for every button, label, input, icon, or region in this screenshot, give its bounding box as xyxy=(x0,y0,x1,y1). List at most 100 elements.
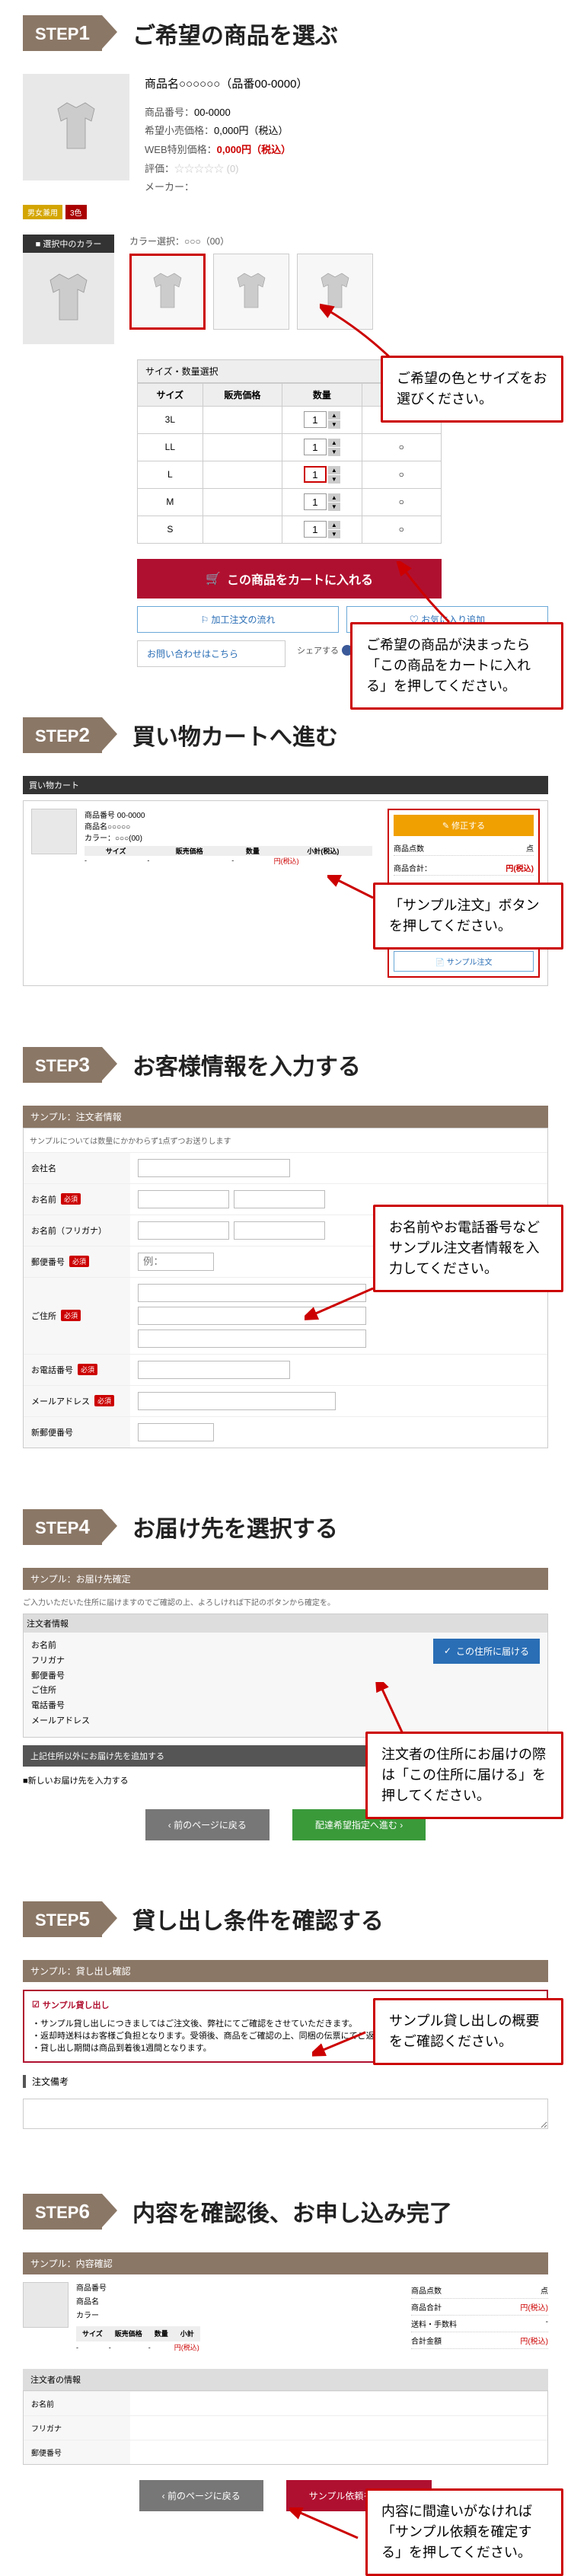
qty-input[interactable] xyxy=(304,439,327,455)
name-mei-input[interactable] xyxy=(234,1190,325,1208)
qty-cell: ▲▼ xyxy=(282,516,362,543)
th: 小計(税込) xyxy=(274,846,372,856)
sample-order-button[interactable]: 📄 サンプル注文 xyxy=(394,951,534,972)
col-qty: 数量 xyxy=(282,383,362,406)
c-zip: 郵便番号 xyxy=(24,2440,130,2464)
color-option-3[interactable] xyxy=(297,254,373,330)
step-number: 5 xyxy=(78,1907,89,1930)
order-note-label: 注文備考 xyxy=(23,2075,548,2088)
qty-up-button[interactable]: ▲ xyxy=(328,493,340,502)
process-flow-button[interactable]: ⚐ 加工注文の流れ xyxy=(137,606,339,633)
web-label: WEB特別価格： xyxy=(145,144,217,155)
tshirt-icon xyxy=(145,269,190,314)
tshirt-icon xyxy=(228,269,274,314)
callout-1b: ご希望の商品が決まったら「この商品をカートに入れる」を押してください。 xyxy=(350,622,563,710)
confirm-cust-header: 注文者の情報 xyxy=(23,2369,548,2390)
kana-sei-input[interactable] xyxy=(138,1221,229,1240)
confirm-thumb xyxy=(23,2282,69,2328)
color-option-2[interactable] xyxy=(213,254,289,330)
qty-up-button[interactable]: ▲ xyxy=(328,521,340,529)
size-cell: S xyxy=(138,516,203,543)
product-name: 商品名○○○○○○（品番00-0000） xyxy=(145,74,548,96)
qty-down-button[interactable]: ▼ xyxy=(328,448,340,456)
product-info: 商品名○○○○○○（品番00-0000） 商品番号：00-0000 希望小売価格… xyxy=(145,74,548,197)
step-5: STEP5 貸し出し条件を確認する サンプル：貸し出し確認 ☑サンプル貸し出し … xyxy=(0,1886,571,2133)
company-input[interactable] xyxy=(138,1159,290,1177)
info-zip: 郵便番号 xyxy=(31,1669,403,1684)
step-3-title: お客様情報を入力する xyxy=(132,1048,361,1081)
color-option-1[interactable] xyxy=(129,254,206,330)
qty-down-button[interactable]: ▼ xyxy=(328,530,340,538)
fix-label: 修正する xyxy=(451,822,485,831)
step-5-title: 貸し出し条件を確認する xyxy=(132,1902,384,1936)
share-label: シェアする xyxy=(297,644,339,656)
tel-input[interactable] xyxy=(138,1361,290,1379)
process-flow-label: 加工注文の流れ xyxy=(212,614,276,625)
th: サイズ xyxy=(76,2326,109,2341)
step-3: STEP3 お客様情報を入力する サンプル：注文者情報 サンプルについては数量に… xyxy=(0,1032,571,1448)
confirm-color-label: カラー xyxy=(76,2312,99,2320)
addr-label: ご住所 xyxy=(31,1310,56,1322)
deliver-note: ご入力いただいた住所に届けますのでご確認の上、よろしければ下記のボタンから確定を… xyxy=(23,1590,548,1614)
step-1-header: STEP1 ご希望の商品を選ぶ xyxy=(0,0,571,74)
flag-icon: ⚐ xyxy=(200,614,211,625)
form-note: サンプルについては数量にかかわらず1点ずつお送りします xyxy=(24,1128,547,1152)
step-3-header: STEP3 お客様情報を入力する xyxy=(0,1032,571,1106)
deliver-header: サンプル：お届け先確定 xyxy=(23,1568,548,1590)
step-label: STEP xyxy=(35,24,78,43)
kana-mei-input[interactable] xyxy=(234,1221,325,1240)
qty-cell: ▲▼ xyxy=(282,406,362,433)
qty-down-button[interactable]: ▼ xyxy=(328,475,340,484)
item-total-label: 商品合計： xyxy=(394,862,432,873)
name-sei-input[interactable] xyxy=(138,1190,229,1208)
lend-box-title: サンプル貸し出し xyxy=(43,1999,110,2011)
size-cell: M xyxy=(138,488,203,516)
step-label: STEP xyxy=(35,1518,78,1537)
qty-down-button[interactable]: ▼ xyxy=(328,420,340,429)
deliver-here-button[interactable]: ✓この住所に届ける xyxy=(433,1639,540,1664)
addr-input-2[interactable] xyxy=(138,1307,366,1325)
info-tel: 電話番号 xyxy=(31,1699,403,1714)
chevron-left-icon: ‹ xyxy=(168,1820,174,1831)
doc-icon: 📄 xyxy=(435,959,447,967)
addr-input-1[interactable] xyxy=(138,1284,366,1302)
add-to-cart-button[interactable]: 🛒 この商品をカートに入れる xyxy=(137,559,442,599)
qty-input[interactable] xyxy=(304,521,327,538)
qty-down-button[interactable]: ▼ xyxy=(328,503,340,511)
r-count-label: 商品点数 xyxy=(411,2284,442,2296)
zip-input[interactable] xyxy=(138,1253,214,1271)
inquiry-link[interactable]: お問い合わせはこちら xyxy=(137,640,286,667)
qty-input[interactable] xyxy=(304,493,327,510)
price-cell xyxy=(203,433,282,461)
step-6-title: 内容を確認後、お申し込み完了 xyxy=(132,2195,452,2228)
order-note-input[interactable] xyxy=(23,2099,548,2129)
new-zip-input[interactable] xyxy=(138,1423,214,1441)
step-2-badge: STEP2 xyxy=(23,717,102,753)
cart-icon: 🛒 xyxy=(206,571,221,586)
kana-label: お名前（フリガナ） xyxy=(31,1224,107,1237)
unisex-badge: 男女兼用 xyxy=(23,205,62,219)
fix-button[interactable]: ✎ 修正する xyxy=(394,815,534,836)
confirm-name-label: 商品名 xyxy=(76,2298,99,2306)
email-input[interactable] xyxy=(138,1392,336,1410)
confirm-line-table: サイズ販売価格数量小計 ---円(税込) xyxy=(76,2326,200,2354)
step-number: 3 xyxy=(78,1053,89,1076)
addr-input-3[interactable] xyxy=(138,1329,366,1348)
qty-up-button[interactable]: ▲ xyxy=(328,439,340,447)
qty-up-button[interactable]: ▲ xyxy=(328,411,340,420)
callout-3: お名前やお電話番号などサンプル注文者情報を入力してください。 xyxy=(373,1205,563,1292)
step-6-header: STEP6 内容を確認後、お申し込み完了 xyxy=(0,2179,571,2252)
back-button[interactable]: ‹ 前のページに戻る xyxy=(139,2480,263,2511)
step-4-title: お届け先を選択する xyxy=(132,1510,338,1543)
step-1-badge: STEP1 xyxy=(23,15,102,51)
qty-up-button[interactable]: ▲ xyxy=(328,466,340,474)
back-button[interactable]: ‹ 前のページに戻る xyxy=(145,1809,270,1840)
th: 数量 xyxy=(231,846,273,856)
qty-input[interactable] xyxy=(304,466,327,483)
stock-cell: ○ xyxy=(362,461,441,488)
name-label: お名前 xyxy=(31,1193,56,1205)
callout-6: 内容に間違いがなければ「サンプル依頼を確定する」を押してください。 xyxy=(365,2488,563,2576)
qty-input[interactable] xyxy=(304,411,327,428)
maker-label: メーカー： xyxy=(145,181,194,193)
callout-1a-text: ご希望の色とサイズをお選びください。 xyxy=(397,371,547,407)
